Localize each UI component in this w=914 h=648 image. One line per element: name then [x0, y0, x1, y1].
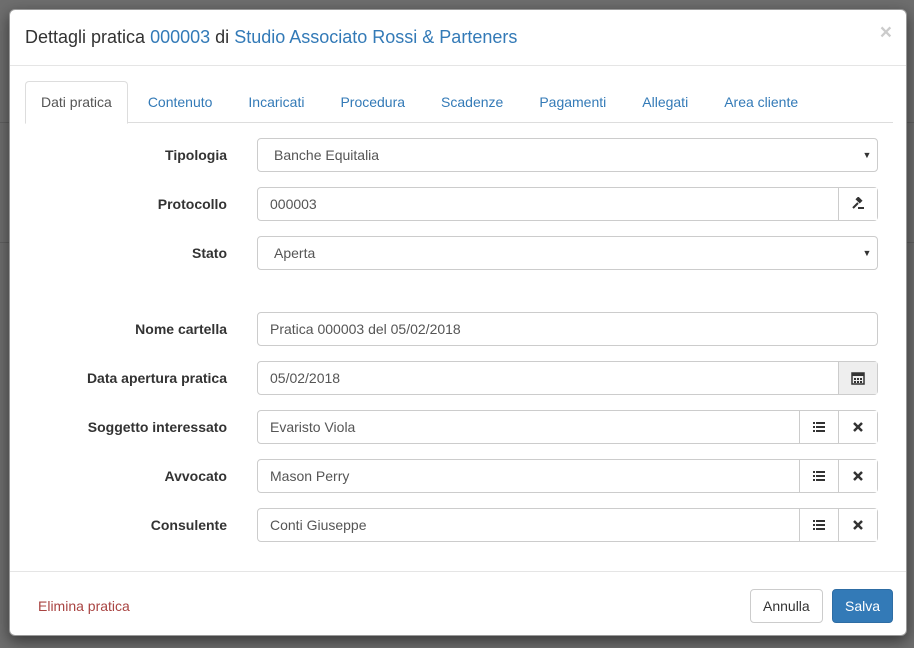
title-middle: di — [215, 27, 230, 47]
tab-scadenze[interactable]: Scadenze — [425, 81, 519, 123]
cancel-button[interactable]: Annulla — [750, 589, 823, 623]
data-apertura-value: 05/02/2018 — [270, 370, 341, 386]
nome-cartella-row: Nome cartella Pratica 000003 del 05/02/2… — [10, 312, 908, 346]
practice-number-link[interactable]: 000003 — [150, 27, 210, 47]
avvocato-input[interactable]: Mason Perry — [257, 459, 878, 493]
tab-incaricati[interactable]: Incaricati — [232, 81, 320, 123]
soggetto-input[interactable]: Evaristo Viola — [257, 410, 878, 444]
tipologia-select[interactable]: Banche Equitalia ▼ — [257, 138, 878, 172]
stato-row: Stato Aperta ▼ — [10, 236, 908, 270]
remove-icon[interactable] — [838, 460, 877, 492]
tab-pagamenti[interactable]: Pagamenti — [523, 81, 622, 123]
list-icon[interactable] — [799, 509, 838, 541]
avvocato-row: Avvocato Mason Perry — [10, 459, 908, 493]
avvocato-label: Avvocato — [164, 468, 227, 484]
tab-bar: Dati pratica Contenuto Incaricati Proced… — [25, 81, 893, 124]
data-apertura-label: Data apertura pratica — [86, 370, 227, 386]
chevron-down-icon: ▼ — [862, 248, 872, 258]
tipologia-row: Tipologia Banche Equitalia ▼ — [10, 138, 908, 172]
modal-title: Dettagli pratica 000003 di Studio Associ… — [25, 27, 517, 48]
protocollo-value: 000003 — [270, 196, 317, 212]
protocollo-input[interactable]: 000003 — [257, 187, 878, 221]
stato-value: Aperta — [274, 245, 316, 261]
chevron-down-icon: ▼ — [862, 150, 872, 160]
modal-header: Dettagli pratica 000003 di Studio Associ… — [10, 10, 906, 66]
list-icon[interactable] — [799, 411, 838, 443]
tab-procedura[interactable]: Procedura — [324, 81, 421, 123]
nome-cartella-label: Nome cartella — [135, 321, 227, 337]
nome-cartella-input[interactable]: Pratica 000003 del 05/02/2018 — [257, 312, 878, 346]
practice-details-modal: Dettagli pratica 000003 di Studio Associ… — [9, 9, 907, 636]
remove-icon[interactable] — [838, 509, 877, 541]
remove-icon[interactable] — [838, 411, 877, 443]
soggetto-label: Soggetto interessato — [87, 419, 227, 435]
data-apertura-input[interactable]: 05/02/2018 — [257, 361, 878, 395]
protocollo-row: Protocollo 000003 — [10, 187, 908, 221]
nome-cartella-value: Pratica 000003 del 05/02/2018 — [270, 321, 461, 337]
tab-contenuto[interactable]: Contenuto — [132, 81, 229, 123]
tipologia-label: Tipologia — [165, 147, 227, 163]
save-button[interactable]: Salva — [832, 589, 894, 623]
tab-dati-pratica[interactable]: Dati pratica — [25, 81, 128, 124]
close-icon[interactable]: × — [880, 22, 892, 43]
protocollo-label: Protocollo — [157, 196, 227, 212]
soggetto-row: Soggetto interessato Evaristo Viola — [10, 410, 908, 444]
calendar-icon[interactable] — [838, 362, 877, 394]
tipologia-value: Banche Equitalia — [274, 147, 380, 163]
data-apertura-row: Data apertura pratica 05/02/2018 — [10, 361, 908, 395]
title-prefix: Dettagli pratica — [25, 27, 146, 47]
stato-label: Stato — [192, 245, 227, 261]
delete-practice-link[interactable]: Elimina pratica — [38, 598, 130, 614]
tab-allegati[interactable]: Allegati — [626, 81, 704, 123]
consulente-input[interactable]: Conti Giuseppe — [257, 508, 878, 542]
modal-footer: Elimina pratica Annulla Salva — [10, 571, 906, 635]
avvocato-value: Mason Perry — [270, 468, 350, 484]
studio-name-link[interactable]: Studio Associato Rossi & Parteners — [234, 27, 517, 47]
consulente-value: Conti Giuseppe — [270, 517, 367, 533]
tab-area-cliente[interactable]: Area cliente — [708, 81, 814, 123]
list-icon[interactable] — [799, 460, 838, 492]
gavel-icon[interactable] — [838, 188, 877, 220]
stato-select[interactable]: Aperta ▼ — [257, 236, 878, 270]
soggetto-value: Evaristo Viola — [270, 419, 356, 435]
consulente-label: Consulente — [150, 517, 227, 533]
consulente-row: Consulente Conti Giuseppe — [10, 508, 908, 542]
